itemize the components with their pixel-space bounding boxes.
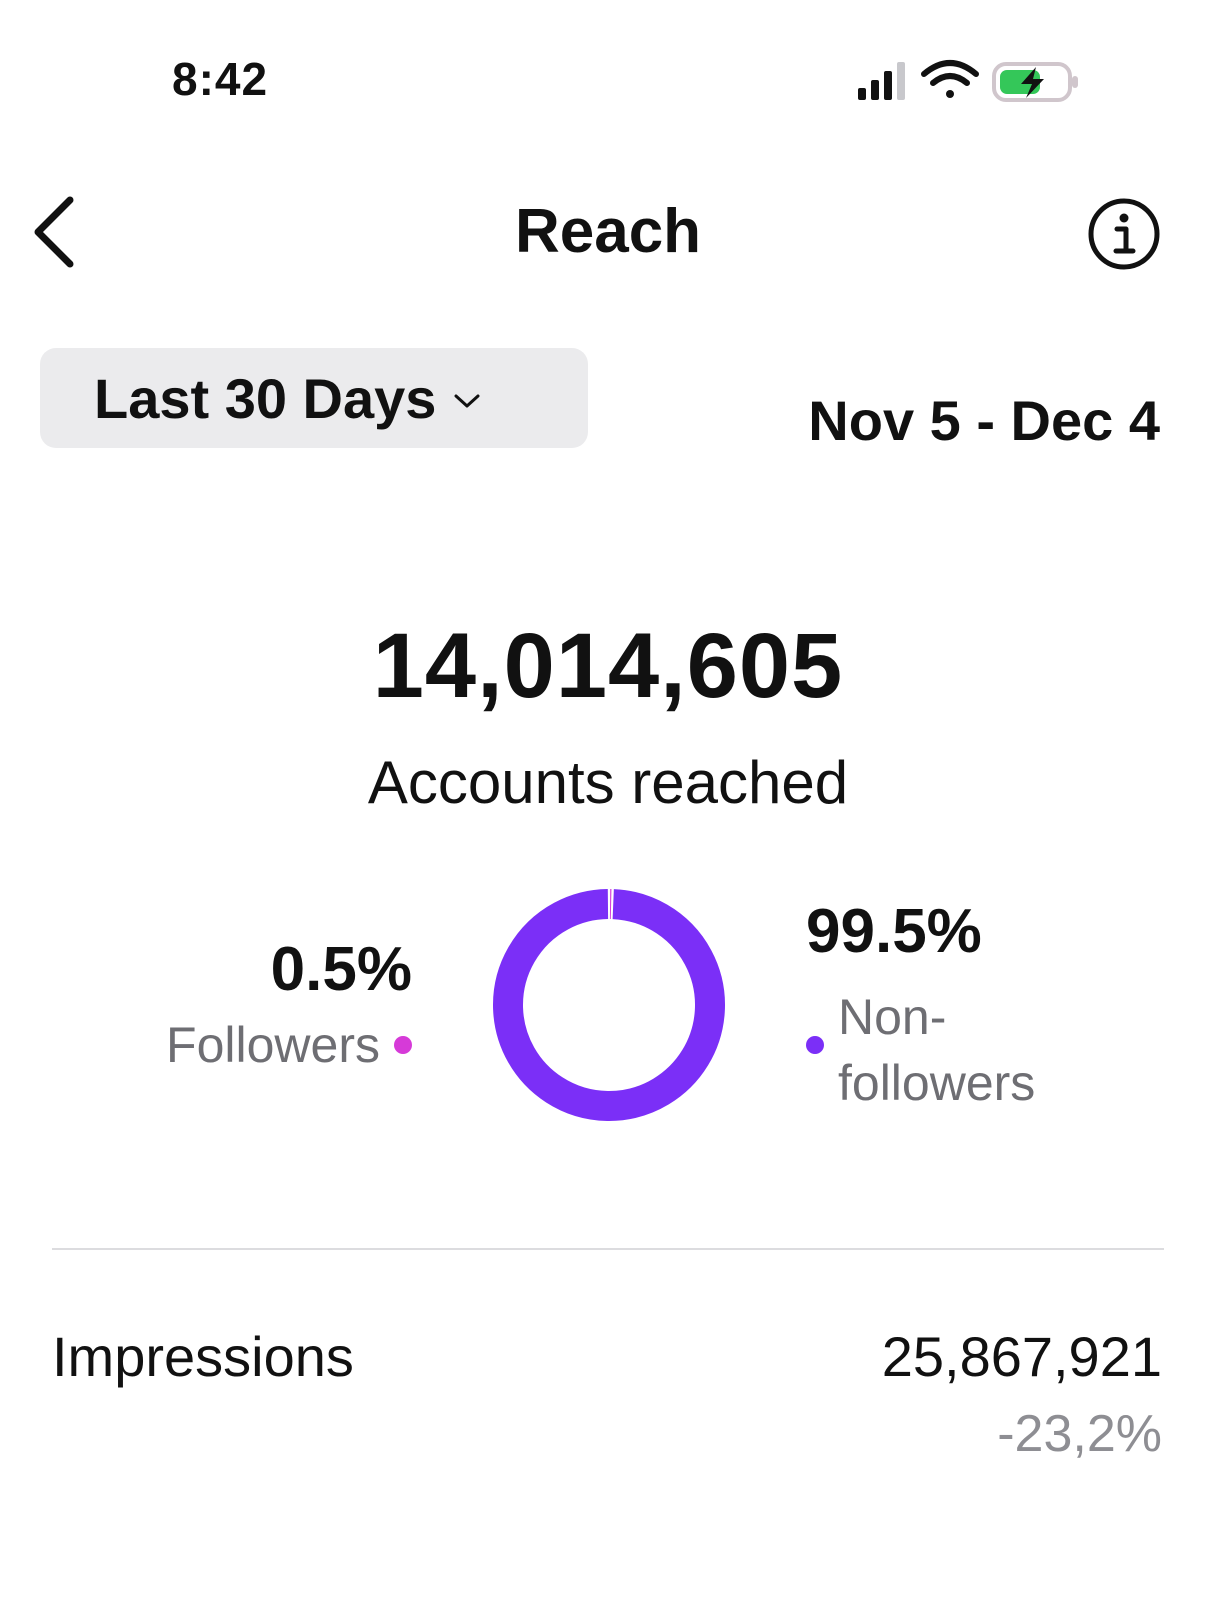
chevron-down-icon (454, 394, 480, 408)
non-followers-label: Non-followers (838, 989, 1036, 1111)
status-time: 8:42 (172, 53, 269, 105)
followers-donut-chart (493, 889, 725, 1121)
date-range-text: Nov 5 - Dec 4 (808, 389, 1160, 452)
followers-label: Followers (166, 1017, 380, 1073)
donut-slice-non-followers (493, 889, 725, 1121)
impressions-change: -23,2% (997, 1405, 1162, 1463)
info-button[interactable] (1086, 196, 1162, 272)
followers-percentage: 0.5% (270, 935, 412, 1004)
impressions-label: Impressions (52, 1325, 354, 1388)
accounts-reached-total: 14,014,605 (372, 615, 844, 717)
divider (52, 1248, 1164, 1250)
non-followers-legend-dot (806, 1036, 824, 1054)
page-title: Reach (514, 197, 702, 266)
date-range-dropdown[interactable]: Last 30 Days (40, 348, 588, 448)
date-range-dropdown-label: Last 30 Days (94, 366, 437, 430)
status-icons (858, 60, 1078, 102)
info-icon (1088, 198, 1160, 270)
impressions-value: 25,867,921 (881, 1325, 1162, 1388)
followers-legend-dot (394, 1036, 412, 1054)
battery-charging-icon (992, 62, 1078, 102)
non-followers-percentage: 99.5% (806, 897, 982, 966)
followers-legend: Followers (166, 1016, 412, 1074)
wifi-icon (921, 60, 979, 98)
cellular-signal-icon (858, 62, 905, 100)
accounts-reached-label: Accounts reached (367, 749, 849, 816)
